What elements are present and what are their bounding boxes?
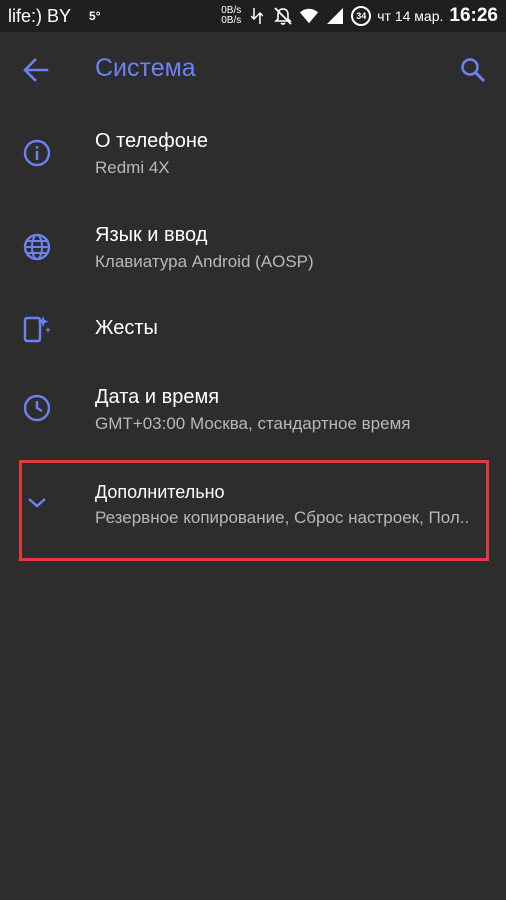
network-speed: 0B/s 0B/s xyxy=(221,6,241,26)
temperature-label: 5° xyxy=(89,9,101,23)
search-button[interactable] xyxy=(459,56,487,84)
settings-item-title: Язык и ввод xyxy=(95,224,208,246)
signal-icon xyxy=(325,6,345,26)
status-time: 16:26 xyxy=(449,5,498,26)
back-button[interactable] xyxy=(22,56,50,84)
status-bar: life:) BY 5° 0B/s 0B/s 34 чт 14 мар. 16:… xyxy=(0,0,506,32)
settings-item-gestures[interactable]: Жесты xyxy=(0,294,506,362)
settings-item-title: Дата и время xyxy=(95,386,220,408)
gesture-phone-icon xyxy=(22,313,52,343)
status-date: чт 14 мар. xyxy=(377,8,444,24)
info-icon xyxy=(22,138,52,168)
wifi-icon xyxy=(299,6,319,26)
carrier-label: life:) BY xyxy=(8,5,72,26)
settings-item-title: О телефоне xyxy=(95,130,209,152)
settings-item-language-input[interactable]: Язык и ввод Клавиатура Android (AOSP) xyxy=(0,200,506,294)
settings-item-date-time[interactable]: Дата и время GMT+03:00 Москва, стандартн… xyxy=(0,362,506,456)
highlight-annotation xyxy=(19,460,489,561)
arrow-back-icon xyxy=(23,58,49,82)
globe-icon xyxy=(22,232,52,262)
settings-item-subtitle: Redmi 4X xyxy=(95,158,170,177)
settings-item-subtitle: Клавиатура Android (AOSP) xyxy=(95,252,314,271)
settings-item-subtitle: GMT+03:00 Москва, стандартное время xyxy=(95,414,411,433)
notifications-off-icon xyxy=(273,6,293,26)
battery-icon: 34 xyxy=(351,6,372,26)
app-toolbar: Система xyxy=(0,32,506,106)
page-title: Система xyxy=(95,54,196,82)
settings-item-about-phone[interactable]: О телефоне Redmi 4X xyxy=(0,106,506,200)
clock-icon xyxy=(22,393,52,423)
settings-item-title: Жесты xyxy=(95,317,158,339)
data-arrows-icon xyxy=(247,6,267,26)
search-icon xyxy=(461,58,485,82)
net-down-label: 0B/s xyxy=(221,15,242,26)
